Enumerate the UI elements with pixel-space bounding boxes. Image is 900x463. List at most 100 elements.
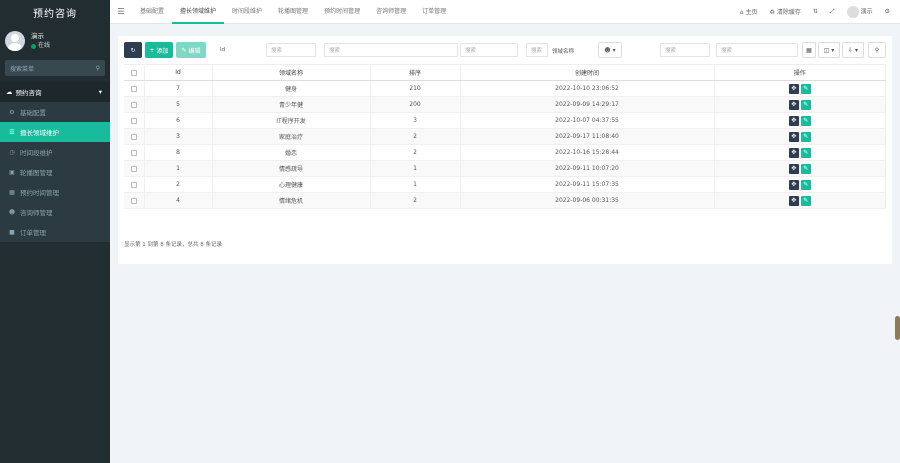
tab-orders[interactable]: 订单管理: [414, 0, 454, 24]
clear-cache-button[interactable]: ♻ 清除缓存: [770, 7, 801, 16]
row-checkbox[interactable]: [124, 176, 145, 193]
sidebar-item-label: 轮播图管理: [20, 169, 53, 177]
sidebar-item-counselors[interactable]: ☻ 咨询师管理: [0, 202, 110, 222]
cell-actions: ✥ ✎: [714, 176, 886, 193]
cell-actions: ✥ ✎: [714, 160, 886, 177]
drag-move-icon[interactable]: ✥: [788, 147, 799, 158]
tab-counselors[interactable]: 咨询师管理: [368, 0, 414, 24]
filter-sort-input[interactable]: 搜索: [460, 43, 518, 57]
order-icon: ■: [9, 228, 15, 236]
cell-sort: 2: [370, 128, 461, 145]
calendar-icon: ▦: [9, 188, 15, 196]
filter-field-label: 领域名称: [552, 49, 575, 55]
select-all-checkbox[interactable]: [124, 64, 145, 81]
home-link[interactable]: ⌂ 主页: [740, 7, 758, 16]
drag-move-icon[interactable]: ✥: [788, 83, 799, 94]
refresh-button[interactable]: ↻: [124, 42, 142, 58]
columns-dropdown[interactable]: ◫ ▾: [818, 42, 840, 58]
column-header-sort[interactable]: 排序: [370, 64, 461, 81]
row-checkbox[interactable]: [124, 192, 145, 209]
sidebar-item-appointment-time[interactable]: ▦ 预约时间管理: [0, 182, 110, 202]
row-checkbox[interactable]: [124, 80, 145, 97]
drag-move-icon[interactable]: ✥: [788, 99, 799, 110]
cell-name: IT程序开发: [212, 112, 371, 129]
sidebar-group-appointment[interactable]: ☁ 预约咨询 ▾: [0, 82, 110, 102]
cell-sort: 2: [370, 192, 461, 209]
add-button[interactable]: + 添加: [145, 42, 173, 58]
cell-sort: 2: [370, 144, 461, 161]
drag-move-icon[interactable]: ✥: [788, 131, 799, 142]
edit-pencil-icon[interactable]: ✎: [800, 163, 811, 174]
sidebar-item-orders[interactable]: ■ 订单管理: [0, 222, 110, 242]
tab-carousel[interactable]: 轮播图管理: [270, 0, 316, 24]
tab-appointment-time[interactable]: 预约时间管理: [316, 0, 368, 24]
drag-move-icon[interactable]: ✥: [788, 195, 799, 206]
filter-id-input[interactable]: 搜索: [266, 43, 316, 57]
fullscreen-icon[interactable]: ⤢: [830, 8, 835, 16]
sidebar-item-time-slots[interactable]: ◷ 时间段维护: [0, 142, 110, 162]
toggle-view-button[interactable]: ▦: [802, 42, 816, 58]
gear-icon: ⚙: [9, 108, 15, 116]
sidebar-item-carousel[interactable]: ▣ 轮播图管理: [0, 162, 110, 182]
edit-button[interactable]: ✎ 编辑: [176, 42, 206, 58]
row-checkbox[interactable]: [124, 96, 145, 113]
edit-button-label: 编辑: [188, 47, 201, 55]
refresh-icon: ↻: [130, 46, 136, 54]
cell-created: 2022-09-11 15:07:35: [460, 176, 715, 193]
tab-time-slots[interactable]: 时间段维护: [224, 0, 270, 24]
avatar: [5, 31, 25, 51]
sidebar-item-field-maintenance[interactable]: ☰ 擅长领域维护: [0, 122, 110, 142]
column-header-id[interactable]: Id: [144, 64, 213, 81]
table-icon: ▦: [806, 46, 812, 54]
row-checkbox[interactable]: [124, 160, 145, 177]
sidebar-item-basic-config[interactable]: ⚙ 基础配置: [0, 102, 110, 122]
export-dropdown[interactable]: ⇩ ▾: [842, 42, 864, 58]
filter-extra-input[interactable]: 搜索: [660, 43, 710, 57]
checkbox-icon: [130, 69, 137, 76]
cell-id: 7: [144, 80, 213, 97]
tab-field-maintenance[interactable]: 擅长领域维护: [172, 0, 225, 24]
edit-pencil-icon[interactable]: ✎: [800, 179, 811, 190]
column-header-name[interactable]: 领域名称: [212, 64, 371, 81]
user-status-label: 在线: [38, 42, 51, 49]
edit-pencil-icon[interactable]: ✎: [800, 99, 811, 110]
row-checkbox[interactable]: [124, 112, 145, 129]
checkbox-icon: [130, 165, 137, 172]
user-icon: ☻: [8, 208, 16, 216]
edit-pencil-icon[interactable]: ✎: [800, 147, 811, 158]
drag-move-icon[interactable]: ✥: [788, 163, 799, 174]
drag-move-icon[interactable]: ✥: [788, 179, 799, 190]
sidebar-search-input[interactable]: 搜索菜单 ⚲: [5, 60, 105, 76]
edit-pencil-icon[interactable]: ✎: [800, 115, 811, 126]
user-name: 演示: [31, 32, 44, 40]
edit-pencil-icon[interactable]: ✎: [800, 195, 811, 206]
tab-basic-config[interactable]: 基础配置: [132, 0, 172, 24]
filter-placeholder: 搜索: [329, 48, 341, 54]
edit-pencil-icon[interactable]: ✎: [800, 131, 811, 142]
settings-icon[interactable]: ⚙: [885, 8, 890, 15]
edit-pencil-icon[interactable]: ✎: [800, 83, 811, 94]
table-row: 1 情感疏导 1 2022-09-11 10:07:20 ✥ ✎: [124, 160, 886, 177]
cell-sort: 1: [370, 160, 461, 177]
chevron-down-icon: ▾: [98, 88, 102, 96]
cell-id: 6: [144, 112, 213, 129]
menu-toggle-icon[interactable]: ☰: [110, 7, 132, 16]
filter-time-input[interactable]: 搜索: [526, 43, 548, 57]
user-menu[interactable]: 演示: [846, 5, 873, 18]
row-checkbox[interactable]: [124, 128, 145, 145]
drag-move-icon[interactable]: ✥: [788, 115, 799, 126]
user-menu-label: 演示: [860, 8, 873, 15]
cell-name: 健身: [212, 80, 371, 97]
search-icon[interactable]: ⚲: [96, 65, 100, 72]
scrollbar-handle[interactable]: [895, 316, 900, 340]
filter-name-input[interactable]: 搜索: [324, 43, 458, 57]
cell-name: 婚恋: [212, 144, 371, 161]
translate-icon[interactable]: ⇅: [813, 8, 818, 15]
cell-created: 2022-09-09 14:29:17: [460, 96, 715, 113]
filter-user-dropdown[interactable]: ☻ ▾: [598, 42, 622, 58]
search-toggle-button[interactable]: ⚲: [868, 42, 886, 58]
app-logo[interactable]: 预约咨询: [0, 0, 110, 24]
column-header-created[interactable]: 创建时间: [460, 64, 715, 81]
global-search-input[interactable]: 搜索: [716, 43, 798, 57]
row-checkbox[interactable]: [124, 144, 145, 161]
